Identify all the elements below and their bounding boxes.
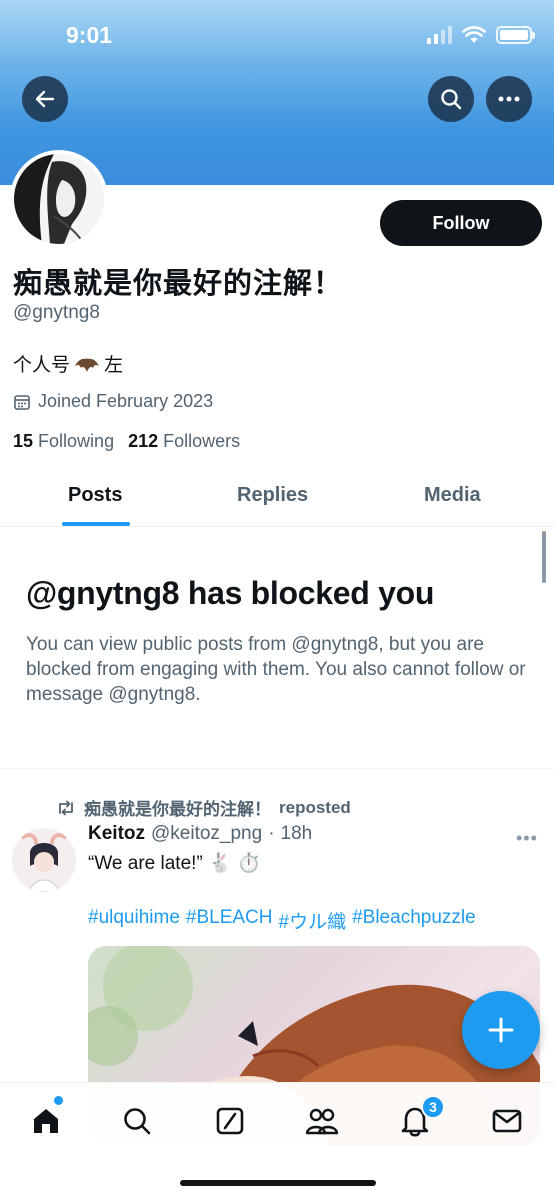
notifications-badge: 3: [421, 1095, 445, 1119]
scrollbar[interactable]: [542, 531, 546, 583]
joined-date: Joined February 2023: [13, 391, 213, 412]
hashtag-link[interactable]: #ウル織: [279, 907, 347, 934]
tweet-author-handle[interactable]: @keitoz_png: [151, 823, 262, 845]
blocked-body: You can view public posts from @gnytng8,…: [26, 634, 526, 705]
following-count: 15: [13, 431, 34, 451]
display-name: 痴愚就是你最好的注解！: [13, 268, 344, 300]
active-tab-indicator: [62, 522, 130, 526]
grok-icon: [216, 1107, 244, 1135]
repost-suffix: reposted: [279, 797, 351, 817]
nav-home[interactable]: [26, 1101, 66, 1141]
author-avatar-illustration: [12, 828, 76, 892]
back-button[interactable]: [22, 76, 68, 122]
nav-messages[interactable]: [487, 1101, 527, 1141]
more-horizontal-icon: [498, 96, 520, 102]
more-options-button[interactable]: [486, 76, 532, 122]
search-button[interactable]: [428, 76, 474, 122]
bat-emoji-icon: [75, 354, 100, 372]
arrow-left-icon: [35, 90, 55, 108]
blocked-title: @gnytng8 has blocked you: [26, 575, 435, 611]
tweet-dot-separator: ·: [268, 823, 275, 844]
profile-avatar[interactable]: [10, 150, 108, 248]
following-link[interactable]: 15 Following: [13, 431, 114, 452]
repost-context: 痴愚就是你最好的注解！ reposted: [56, 795, 351, 820]
follow-counts: 15 Following 212 Followers: [13, 431, 240, 452]
repost-by[interactable]: 痴愚就是你最好的注解！: [84, 795, 271, 820]
follow-button[interactable]: Follow: [380, 200, 542, 246]
plus-icon: [488, 1017, 514, 1043]
compose-button[interactable]: [462, 991, 540, 1069]
home-icon: [34, 1109, 58, 1133]
tab-replies[interactable]: Replies: [237, 484, 308, 507]
tweet-author-name[interactable]: Keitoz: [88, 823, 145, 845]
tweet-header: Keitoz @keitoz_png · 18h: [88, 823, 312, 845]
profile-bio: 个人号 左: [13, 350, 123, 377]
cellular-signal-icon: [427, 26, 452, 44]
joined-text: Joined February 2023: [38, 391, 214, 411]
profile-tabs: Posts Replies Media: [0, 470, 554, 527]
nav-explore[interactable]: [117, 1101, 157, 1141]
mail-icon: [492, 1109, 522, 1133]
nav-communities[interactable]: [302, 1101, 342, 1141]
followers-link[interactable]: 212 Followers: [128, 431, 240, 452]
following-label: Following: [38, 431, 115, 451]
tweet-hashtags: #ulquihime #BLEACH #ウル織 #Bleachpuzzle: [88, 907, 476, 934]
hashtag-link[interactable]: #ulquihime: [88, 907, 180, 934]
home-indicator: [180, 1180, 376, 1186]
followers-label: Followers: [163, 431, 241, 451]
tweet-more-icon[interactable]: •••: [516, 828, 538, 849]
tweet-author-avatar[interactable]: [12, 828, 76, 892]
status-time: 9:01: [66, 22, 113, 48]
hashtag-link[interactable]: #BLEACH: [186, 907, 273, 934]
search-icon: [441, 89, 462, 110]
tab-media[interactable]: Media: [424, 484, 481, 507]
calendar-icon: [14, 394, 30, 410]
wifi-icon: [462, 26, 486, 43]
avatar-illustration: [14, 154, 104, 244]
bio-text: 个人号: [13, 355, 71, 376]
profile-handle: @gnytng8: [13, 302, 100, 323]
tweet-time[interactable]: 18h: [281, 823, 313, 845]
nav-grok[interactable]: [210, 1101, 250, 1141]
section-divider: [0, 768, 554, 769]
followers-count: 212: [128, 431, 159, 451]
blocked-notice: @gnytng8 has blocked you You can view pu…: [26, 575, 536, 707]
tab-posts[interactable]: Posts: [68, 484, 122, 507]
search-icon: [124, 1108, 151, 1135]
status-icons: [427, 26, 535, 44]
battery-icon: [496, 26, 535, 44]
communities-icon: [305, 1108, 339, 1135]
hashtag-link[interactable]: #Bleachpuzzle: [352, 907, 476, 934]
home-notification-dot: [54, 1096, 63, 1105]
bio-suffix: 左: [104, 355, 124, 376]
tweet-text: “We are late!” 🐇 ⏱️: [88, 853, 261, 874]
repost-icon: [59, 800, 73, 815]
